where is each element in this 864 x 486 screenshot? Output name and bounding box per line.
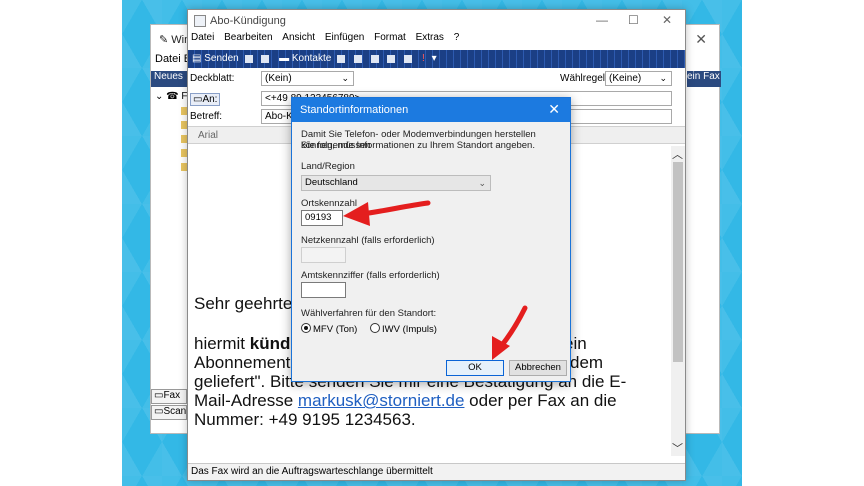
annotation-arrows <box>343 200 528 360</box>
arrow-to-ok-button <box>492 305 528 360</box>
arrow-to-area-code <box>343 200 431 226</box>
